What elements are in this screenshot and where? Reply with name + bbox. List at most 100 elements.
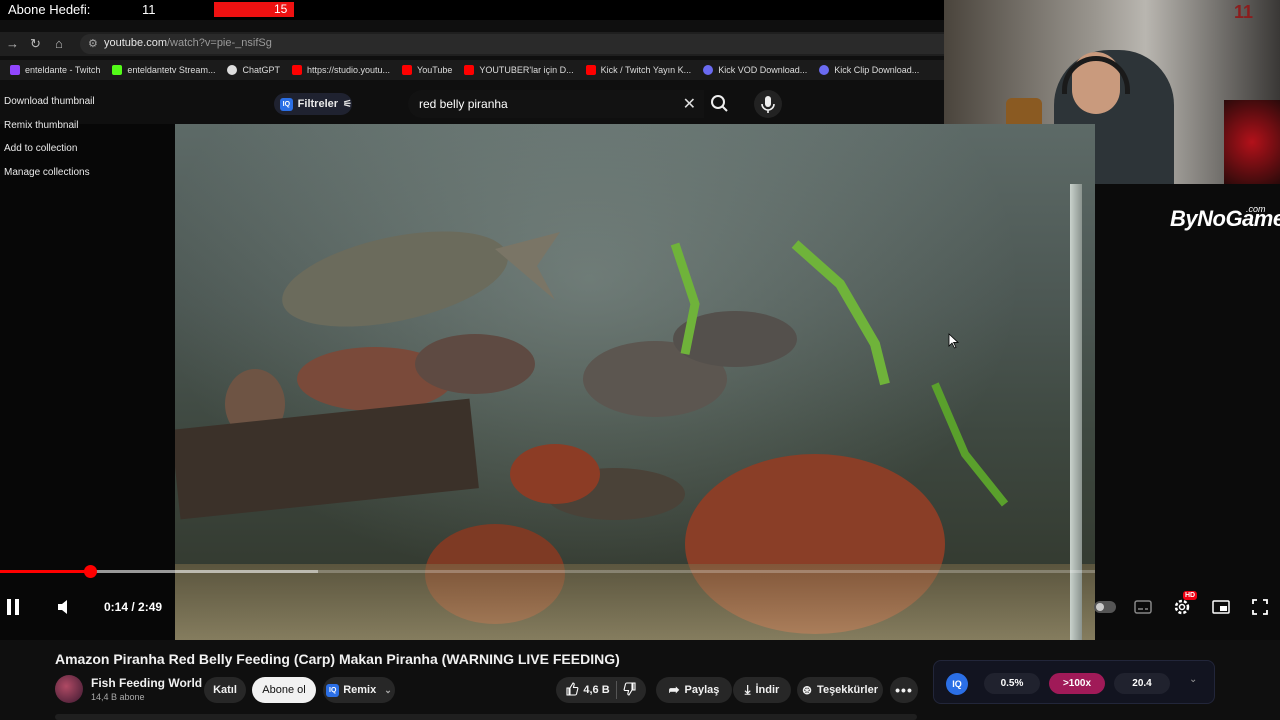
fullscreen-icon[interactable] — [1250, 596, 1270, 618]
bookmark-item[interactable]: Kick VOD Download... — [703, 65, 807, 75]
thanks-button[interactable]: ⊛ Teşekkürler — [797, 677, 883, 703]
bookmark-item[interactable]: YouTube — [402, 65, 452, 75]
sliders-icon: ⚟ — [343, 98, 352, 110]
goal-current-count: 11 — [142, 2, 156, 17]
subtitles-icon[interactable] — [1133, 596, 1153, 618]
search-box[interactable]: red belly piranha ✕ — [408, 90, 704, 118]
iq-logo-icon: IQ — [326, 683, 340, 697]
bookmark-item[interactable]: ChatGPT — [227, 65, 280, 75]
bookmark-label: Kick Clip Download... — [834, 65, 920, 75]
chevron-down-icon[interactable]: ⌄ — [1189, 674, 1197, 685]
channel-name[interactable]: Fish Feeding World — [91, 676, 202, 690]
aquarium-scene — [175, 231, 1009, 634]
more-actions-button[interactable]: ••• — [890, 677, 918, 703]
youtube-icon — [291, 65, 302, 75]
address-bar[interactable]: ⚙ youtube.com/watch?v=pie-_nsifSg — [80, 34, 944, 54]
close-icon[interactable]: ✕ — [683, 94, 696, 114]
iq-stat-multiplier: >100x — [1049, 673, 1105, 694]
iq-stat-score: 20.4 — [1114, 673, 1170, 694]
divider — [615, 681, 617, 699]
subscribe-button[interactable]: Abone ol — [252, 677, 316, 703]
join-button[interactable]: Katıl — [204, 677, 246, 703]
filters-button[interactable]: IQ Filtreler ⚟ — [274, 93, 352, 115]
globe-icon — [819, 65, 830, 75]
search-icon[interactable] — [706, 92, 734, 116]
remix-button[interactable]: IQ Remix ⌄ — [323, 677, 395, 703]
url-text[interactable]: youtube.com/watch?v=pie-_nsifSg — [104, 37, 272, 49]
bookmark-label: enteldante - Twitch — [25, 65, 101, 75]
iq-badge[interactable]: IQ — [946, 673, 968, 695]
download-label: İndir — [755, 684, 780, 696]
youtube-icon — [464, 65, 475, 75]
globe-icon — [703, 65, 714, 75]
right-background — [1095, 184, 1280, 640]
download-button[interactable]: ⤓ İndir — [733, 677, 791, 703]
remix-label: Remix — [343, 684, 377, 696]
channel-subscriber-count: 14,4 B abone — [91, 692, 145, 702]
aquatic-plant — [931, 382, 1009, 507]
bookmark-item[interactable]: Kick / Twitch Yayın K... — [585, 65, 692, 75]
more-horizontal-icon: ••• — [895, 682, 913, 698]
reload-icon[interactable]: ↻ — [30, 36, 41, 52]
miniplayer-icon[interactable] — [1211, 596, 1231, 618]
thumbnail-menu: Download thumbnail Remix thumbnail Add t… — [0, 94, 110, 188]
forward-icon[interactable]: → — [6, 36, 19, 51]
share-icon: ➦ — [668, 682, 680, 697]
left-background — [0, 124, 175, 640]
super-thanks-icon: ⊛ — [801, 683, 813, 697]
toggle-knob — [1096, 603, 1104, 611]
thumbs-down-icon[interactable] — [623, 681, 637, 699]
video-player[interactable] — [175, 124, 1095, 640]
bookmark-label: YouTube — [417, 65, 453, 75]
like-dislike-group: 4,6 B — [556, 677, 646, 703]
bookmark-item[interactable]: Kick Clip Download... — [819, 65, 919, 75]
like-button[interactable]: 4,6 B — [565, 681, 610, 699]
aquarium-sand — [175, 564, 1095, 640]
download-icon: ⤓ — [744, 682, 751, 697]
bookmark-label: ChatGPT — [242, 65, 280, 75]
url-domain: youtube.com — [104, 37, 167, 49]
bookmark-item[interactable]: YOUTUBER'lar için D... — [464, 65, 574, 75]
webcam-red-light — [1224, 100, 1280, 184]
piranha-fish — [415, 334, 535, 394]
bynogame-logo-suffix: .com — [1246, 204, 1266, 214]
stream-goal-overlay: Abone Hedefi: 11 15 — [0, 0, 944, 20]
goal-label: Abone Hedefi: — [8, 2, 91, 17]
youtube-icon — [585, 65, 596, 75]
microphone-icon[interactable] — [754, 90, 782, 118]
pause-icon[interactable] — [2, 596, 24, 618]
autoplay-toggle[interactable] — [1094, 601, 1116, 613]
menu-item-remix-thumbnail[interactable]: Remix thumbnail — [0, 118, 110, 142]
menu-item-add-to-collection[interactable]: Add to collection — [0, 141, 110, 165]
bookmark-label: Kick / Twitch Yayın K... — [600, 65, 692, 75]
bookmark-label: YOUTUBER'lar için D... — [479, 65, 574, 75]
url-path: /watch?v=pie-_nsifSg — [166, 37, 272, 49]
hd-badge: HD — [1183, 591, 1198, 600]
bookmark-item[interactable]: enteldantetv Stream... — [112, 65, 215, 75]
goal-target-count: 15 — [274, 2, 288, 16]
description-box-edge — [55, 714, 917, 720]
video-title: Amazon Piranha Red Belly Feeding (Carp) … — [55, 651, 620, 667]
progress-bar[interactable] — [0, 565, 1095, 578]
iq-stats-widget: IQ 0.5% >100x 20.4 ⌄ — [933, 660, 1215, 704]
home-icon[interactable]: ⌂ — [55, 36, 63, 51]
site-settings-icon[interactable]: ⚙ — [88, 37, 98, 50]
menu-item-download-thumbnail[interactable]: Download thumbnail — [0, 94, 110, 118]
volume-icon[interactable] — [54, 596, 76, 618]
search-input[interactable]: red belly piranha — [419, 97, 508, 111]
mouse-cursor-icon — [948, 333, 960, 349]
kick-icon — [112, 65, 123, 75]
menu-item-manage-collections[interactable]: Manage collections — [0, 165, 110, 189]
aquatic-plant — [791, 240, 890, 386]
browser-toolbar: → ↻ ⌂ ⚙ youtube.com/watch?v=pie-_nsifSg — [0, 32, 944, 56]
channel-avatar[interactable] — [55, 675, 83, 703]
bookmark-item[interactable]: enteldante - Twitch — [10, 65, 100, 75]
like-count: 4,6 B — [583, 684, 610, 696]
chatgpt-icon — [227, 65, 238, 75]
bookmark-label: https://studio.youtu... — [306, 65, 391, 75]
thanks-label: Teşekkürler — [817, 684, 878, 696]
filters-label: Filtreler — [297, 98, 339, 110]
bookmark-item[interactable]: https://studio.youtu... — [291, 65, 391, 75]
iq-stat-outlier: 0.5% — [984, 673, 1040, 694]
share-button[interactable]: ➦ Paylaş — [656, 677, 732, 703]
